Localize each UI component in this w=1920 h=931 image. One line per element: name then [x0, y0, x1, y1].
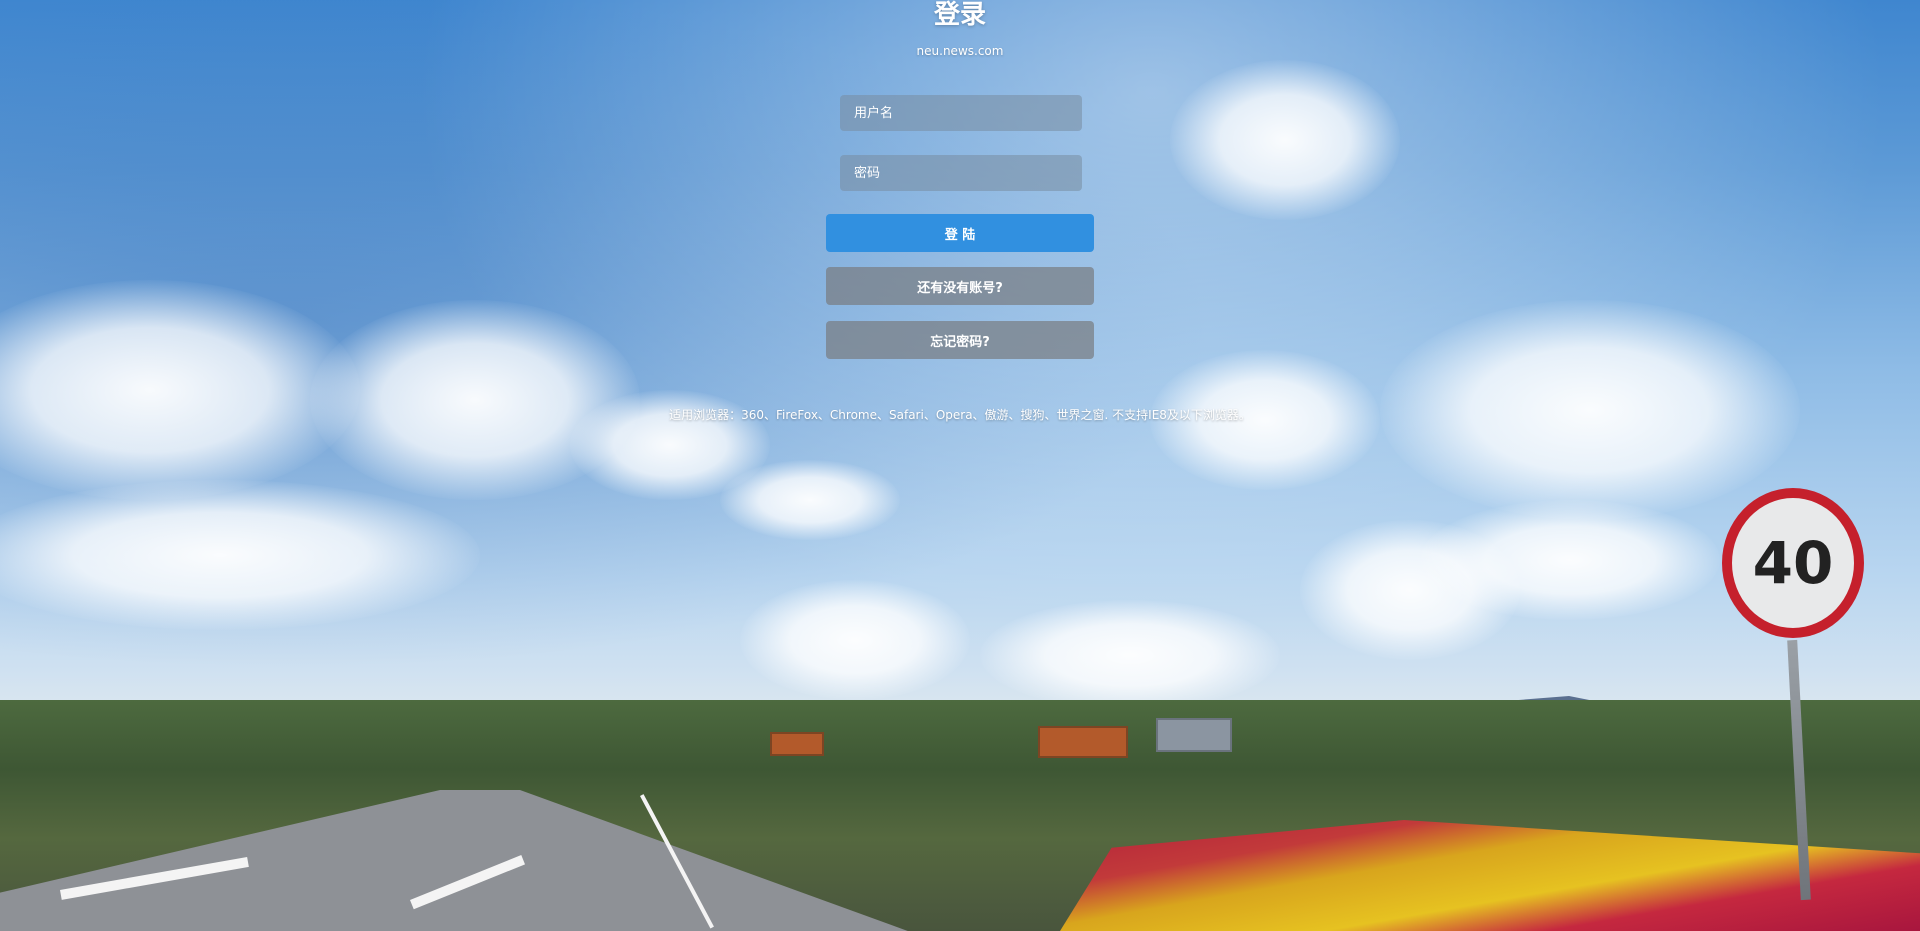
password-input[interactable]: [840, 155, 1082, 191]
site-domain: neu.news.com: [916, 44, 1004, 58]
username-input[interactable]: [840, 95, 1082, 131]
login-button[interactable]: 登 陆: [826, 214, 1094, 252]
register-button[interactable]: 还有没有账号?: [826, 267, 1094, 305]
browser-support-note: 适用浏览器：360、FireFox、Chrome、Safari、Opera、傲游…: [669, 408, 1251, 422]
page-title: 登录: [933, 0, 986, 30]
login-panel: 登录 neu.news.com 登 陆 还有没有账号? 忘记密码? 适用浏览器：…: [0, 0, 1920, 931]
forgot-password-button[interactable]: 忘记密码?: [826, 321, 1094, 359]
